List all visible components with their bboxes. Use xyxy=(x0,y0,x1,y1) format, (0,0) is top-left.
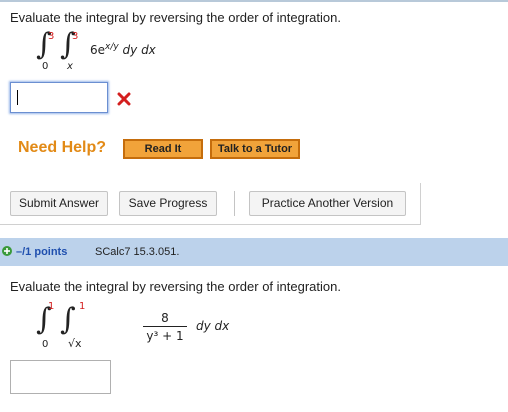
need-help-label: Need Help? xyxy=(18,139,107,156)
expand-plus-icon[interactable] xyxy=(2,246,12,256)
integrand-differentials-2: dy dx xyxy=(196,319,230,333)
inner-integral-sign-2: ∫ xyxy=(60,302,76,337)
read-it-button[interactable]: Read It xyxy=(123,139,203,159)
fraction-bar xyxy=(143,326,187,327)
question1-prompt: Evaluate the integral by reversing the o… xyxy=(10,10,341,25)
inner-upper-limit: 3 xyxy=(72,31,79,42)
talk-to-tutor-button[interactable]: Talk to a Tutor xyxy=(210,139,300,159)
inner-lower-limit-2: √x xyxy=(68,337,82,350)
question-source: SCalc7 15.3.051. xyxy=(95,246,180,258)
question2-header: –/1 points SCalc7 15.3.051. xyxy=(0,238,508,266)
save-progress-button[interactable]: Save Progress xyxy=(119,191,217,216)
inner-upper-limit-2: 1 xyxy=(79,301,86,312)
points-label[interactable]: –/1 points xyxy=(16,246,67,258)
actions-divider xyxy=(234,191,235,216)
outer-upper-limit-2: 1 xyxy=(48,301,55,312)
x-mark-icon xyxy=(117,92,131,106)
top-border xyxy=(0,0,508,2)
answer-input-2[interactable] xyxy=(10,360,111,394)
inner-lower-limit: x xyxy=(67,61,73,72)
integrand-coefficient: 6e xyxy=(90,43,106,57)
fraction-numerator: 8 xyxy=(161,311,169,325)
text-caret xyxy=(17,90,18,105)
outer-upper-limit: 3 xyxy=(48,31,55,42)
integrand-exponent: x/y xyxy=(105,42,119,52)
integrand-differentials: dy dx xyxy=(118,43,156,57)
fraction-denominator: y³ + 1 xyxy=(146,329,184,343)
submit-answer-button[interactable]: Submit Answer xyxy=(10,191,108,216)
answer-input-1[interactable] xyxy=(10,82,108,113)
question2-prompt: Evaluate the integral by reversing the o… xyxy=(10,279,341,294)
outer-lower-limit: 0 xyxy=(42,61,49,72)
outer-lower-limit-2: 0 xyxy=(42,339,49,350)
integrand: 6ex/y dy dx xyxy=(90,42,156,57)
practice-another-version-button[interactable]: Practice Another Version xyxy=(249,191,406,216)
